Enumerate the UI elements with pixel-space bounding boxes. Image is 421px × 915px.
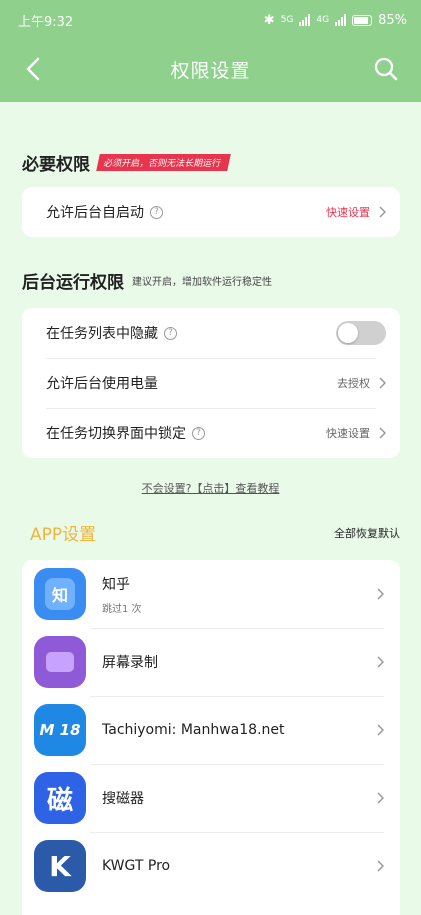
app-name: 知乎 <box>102 576 130 593</box>
background-hint: 建议开启，增加软件运行稳定性 <box>132 277 272 288</box>
battery-level: 85 <box>378 12 395 28</box>
chevron-right-icon <box>377 792 384 804</box>
status-icons: ✱ 5G 4G 85% <box>264 13 407 28</box>
restore-all-button[interactable]: 全部恢复默认 <box>334 525 400 541</box>
app-row-kwgt[interactable]: K KWGT Pro <box>22 832 400 900</box>
row-hide-in-tasks[interactable]: 在任务列表中隐藏 ? <box>22 308 400 358</box>
required-section-header: 必要权限 必须开启，否则无法长期运行 <box>22 150 231 175</box>
title-bar: 权限设置 <box>0 44 421 94</box>
network-label-2: 4G <box>316 15 330 25</box>
tutorial-link[interactable]: 不会设置?【点击】查看教程 <box>0 480 421 496</box>
background-card: 在任务列表中隐藏 ? 允许后台使用电量 去授权 在任务切换界面中锁定 ? 快速设… <box>22 308 400 458</box>
required-card: 允许后台自启动 ? 快速设置 <box>22 187 400 237</box>
zhihu-icon-text: 知 <box>44 578 75 610</box>
chevron-right-icon <box>377 860 384 872</box>
hide-in-tasks-toggle[interactable] <box>336 321 386 345</box>
network-label-1: 5G <box>280 15 294 25</box>
background-section-header: 后台运行权限 建议开启，增加软件运行稳定性 <box>22 268 272 293</box>
app-section-title: APP设置 <box>30 525 97 545</box>
app-name: 屏幕录制 <box>102 655 158 671</box>
kwgt-icon: K <box>34 840 86 892</box>
status-time: 上午9:32 <box>18 14 74 30</box>
battery-usage-action[interactable]: 去授权 <box>337 375 370 391</box>
hide-in-tasks-label: 在任务列表中隐藏 <box>46 326 158 342</box>
app-row-tachiyomi[interactable]: M 18 Tachiyomi: Manhwa18.net <box>22 696 400 764</box>
required-title: 必要权限 <box>22 155 90 175</box>
chevron-right-icon <box>379 377 386 389</box>
required-tag: 必须开启，否则无法长期运行 <box>96 154 231 171</box>
chevron-right-icon <box>377 724 384 736</box>
signal-icon <box>299 14 311 26</box>
zhihu-icon: 知 <box>34 568 86 620</box>
row-autostart[interactable]: 允许后台自启动 ? 快速设置 <box>22 187 400 237</box>
battery-usage-label: 允许后台使用电量 <box>46 376 158 392</box>
help-icon[interactable]: ? <box>192 426 205 440</box>
app-name: 搜磁器 <box>102 791 144 807</box>
app-header: 上午9:32 ✱ 5G 4G 85% 权限设置 <box>0 0 421 102</box>
tachiyomi-icon-text: M 18 <box>39 721 81 739</box>
screen-record-icon <box>34 636 86 688</box>
chevron-right-icon <box>379 427 386 439</box>
app-name: KWGT Pro <box>102 858 171 874</box>
magnet-icon-text: 磁 <box>46 785 73 816</box>
bluetooth-icon: ✱ <box>263 12 275 28</box>
battery-icon <box>352 14 373 26</box>
background-title: 后台运行权限 <box>22 273 124 293</box>
lock-in-switcher-label: 在任务切换界面中锁定 <box>46 426 186 442</box>
kwgt-icon-text: K <box>49 849 71 883</box>
magnet-search-icon: 磁 <box>34 772 86 824</box>
signal-icon-2 <box>335 14 347 26</box>
app-row-screen-record[interactable]: 屏幕录制 <box>22 628 400 696</box>
status-bar: 上午9:32 ✱ 5G 4G 85% <box>0 0 421 40</box>
app-sub: 跳过1 次 <box>102 603 142 615</box>
chevron-right-icon <box>377 656 384 668</box>
help-icon[interactable]: ? <box>164 326 177 340</box>
autostart-action[interactable]: 快速设置 <box>326 204 370 220</box>
autostart-label: 允许后台自启动 <box>46 205 144 221</box>
app-row-zhihu[interactable]: 知 知乎 跳过1 次 <box>22 560 400 628</box>
app-row-magnet[interactable]: 磁 搜磁器 <box>22 764 400 832</box>
app-name: Tachiyomi: Manhwa18.net <box>102 722 285 738</box>
row-lock-in-switcher[interactable]: 在任务切换界面中锁定 ? 快速设置 <box>22 408 400 458</box>
search-icon[interactable] <box>371 54 401 84</box>
tachiyomi-icon: M 18 <box>34 704 86 756</box>
app-section-header: APP设置 全部恢复默认 <box>30 520 400 545</box>
chevron-right-icon <box>379 206 386 218</box>
lock-in-switcher-action[interactable]: 快速设置 <box>326 425 370 441</box>
chevron-right-icon <box>377 588 384 600</box>
row-battery-usage[interactable]: 允许后台使用电量 去授权 <box>22 358 400 408</box>
battery-percent-sign: % <box>394 12 407 28</box>
page-title: 权限设置 <box>170 59 251 82</box>
help-icon[interactable]: ? <box>150 205 163 219</box>
back-icon[interactable] <box>20 54 50 84</box>
app-list: 知 知乎 跳过1 次 屏幕录制 M 18 Tachiyomi: Manhwa18… <box>22 560 400 915</box>
